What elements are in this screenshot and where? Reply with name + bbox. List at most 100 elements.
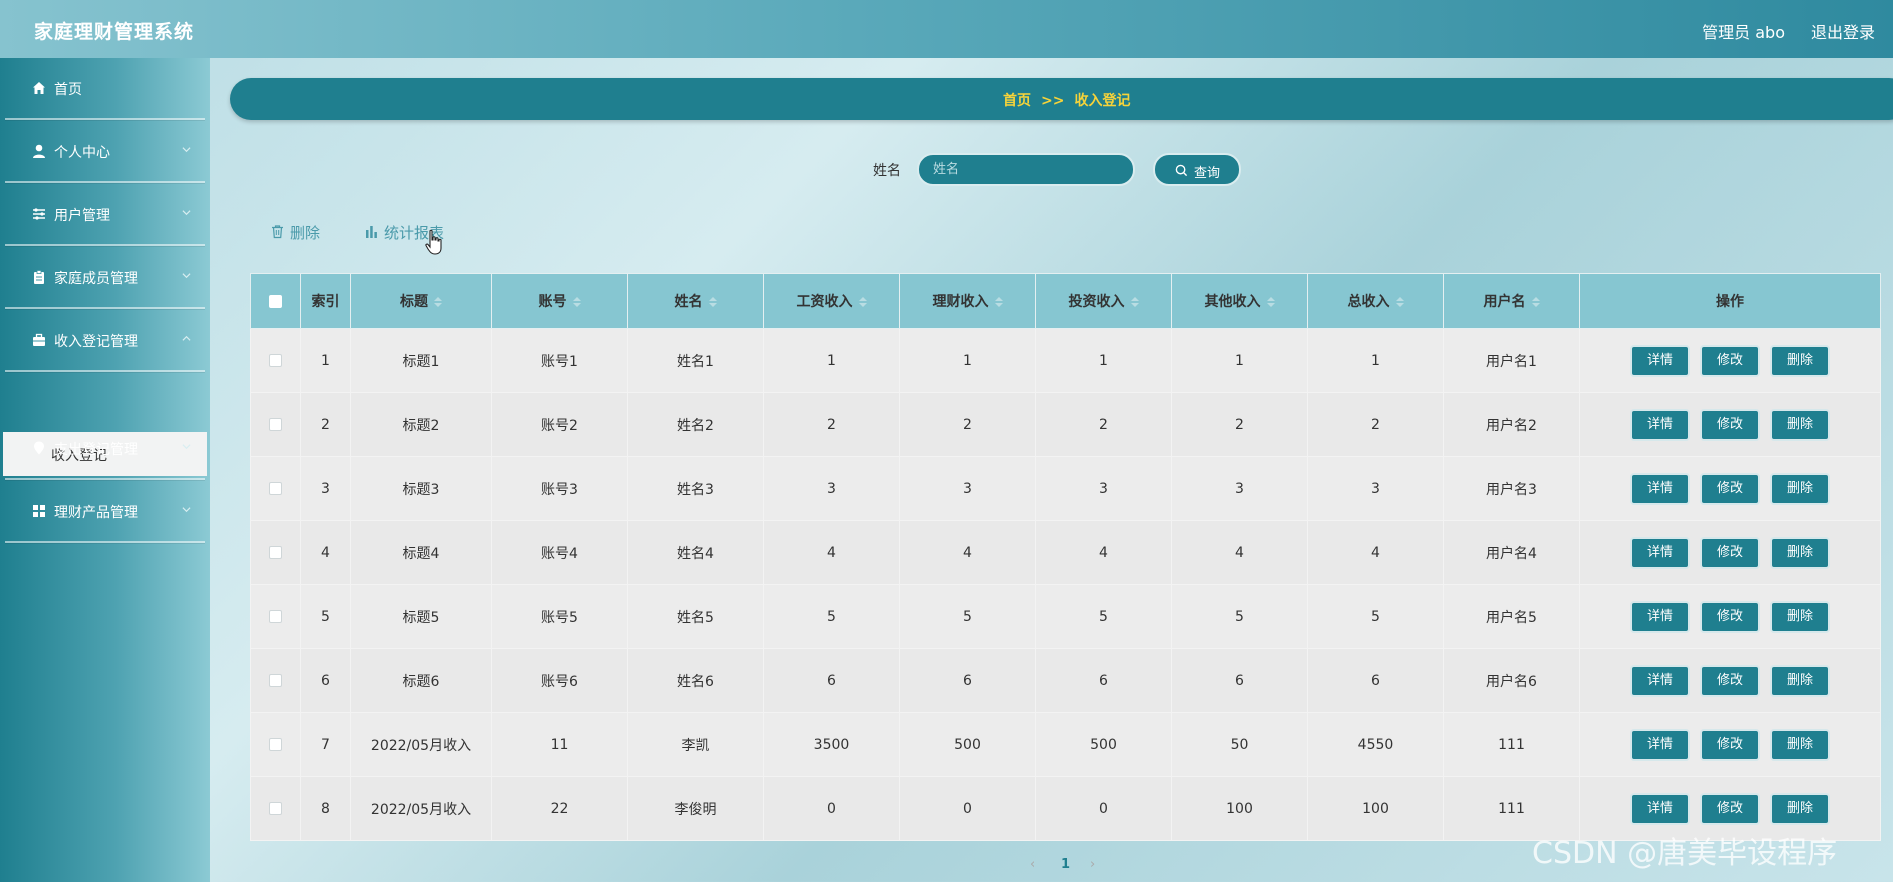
sort-icon	[434, 297, 442, 307]
edit-button[interactable]: 修改	[1700, 408, 1760, 441]
select-all-checkbox[interactable]	[269, 294, 282, 308]
cell-salary-income: 1	[763, 328, 900, 393]
cell-investment-income: 0	[1035, 776, 1172, 841]
cell-actions: 详情 修改 删除	[1579, 648, 1881, 713]
row-checkbox[interactable]	[269, 418, 282, 431]
row-checkbox[interactable]	[269, 802, 282, 815]
cell-username: 用户名1	[1443, 328, 1580, 393]
cell-other-income: 100	[1171, 776, 1308, 841]
edit-button[interactable]: 修改	[1700, 536, 1760, 569]
sidebar-item-home[interactable]: 首页	[5, 58, 205, 120]
sidebar-item-expense-management[interactable]: 支出登记管理	[5, 418, 205, 480]
edit-button[interactable]: 修改	[1700, 472, 1760, 505]
edit-button[interactable]: 修改	[1700, 728, 1760, 761]
detail-button[interactable]: 详情	[1630, 408, 1690, 441]
cell-title: 标题3	[350, 456, 492, 521]
cell-index: 6	[300, 648, 351, 713]
detail-button[interactable]: 详情	[1630, 472, 1690, 505]
edit-button[interactable]: 修改	[1700, 664, 1760, 697]
next-page-button[interactable]: ›	[1090, 857, 1095, 872]
cell-wealth-income: 0	[899, 776, 1036, 841]
cell-username: 用户名6	[1443, 648, 1580, 713]
cell-salary-income: 3	[763, 456, 900, 521]
delete-button[interactable]: 删除	[1770, 600, 1830, 633]
row-checkbox[interactable]	[269, 482, 282, 495]
column-header-username[interactable]: 用户名	[1443, 273, 1580, 329]
delete-button[interactable]: 删除	[1770, 664, 1830, 697]
chevron-down-icon	[182, 444, 191, 450]
grid-icon	[33, 505, 45, 517]
table-row: 6 标题6 账号6 姓名6 6 6 6 6 6 用户名6 详情 修改 删除	[250, 648, 1881, 713]
cell-investment-income: 5	[1035, 584, 1172, 649]
cell-other-income: 6	[1171, 648, 1308, 713]
cell-salary-income: 5	[763, 584, 900, 649]
cell-total-income: 1	[1307, 328, 1444, 393]
detail-button[interactable]: 详情	[1630, 344, 1690, 377]
prev-page-button[interactable]: ‹	[1030, 857, 1035, 872]
cell-name: 姓名5	[627, 584, 764, 649]
row-select-cell	[250, 392, 301, 457]
sidebar-item-family-member-management[interactable]: 家庭成员管理	[5, 247, 205, 309]
cell-index: 5	[300, 584, 351, 649]
column-header-total-income[interactable]: 总收入	[1307, 273, 1444, 329]
detail-button[interactable]: 详情	[1630, 664, 1690, 697]
sort-icon	[1531, 297, 1540, 307]
detail-button[interactable]: 详情	[1630, 600, 1690, 633]
detail-button[interactable]: 详情	[1630, 536, 1690, 569]
edit-button[interactable]: 修改	[1700, 792, 1760, 825]
sidebar-item-financial-product-management[interactable]: 理财产品管理	[5, 481, 205, 543]
delete-button[interactable]: 删除	[1770, 792, 1830, 825]
page-number-1[interactable]: 1	[1061, 857, 1070, 872]
column-header-account[interactable]: 账号	[491, 273, 628, 329]
watermark: CSDN @唐美毕设程序	[1532, 836, 1838, 871]
cell-username: 用户名4	[1443, 520, 1580, 585]
column-header-label: 投资收入	[1068, 294, 1125, 310]
edit-button[interactable]: 修改	[1700, 600, 1760, 633]
column-header-wealth-income[interactable]: 理财收入	[899, 273, 1036, 329]
sidebar-item-label: 用户管理	[54, 208, 110, 224]
column-header-salary-income[interactable]: 工资收入	[763, 273, 900, 329]
detail-button[interactable]: 详情	[1630, 728, 1690, 761]
delete-button[interactable]: 删除	[1770, 472, 1830, 505]
cell-investment-income: 4	[1035, 520, 1172, 585]
row-select-cell	[250, 328, 301, 393]
sidebar-item-label: 收入登记管理	[54, 334, 138, 350]
row-select-cell	[250, 520, 301, 585]
delete-button[interactable]: 删除	[1770, 728, 1830, 761]
chevron-up-icon	[182, 335, 191, 341]
cell-account: 账号2	[491, 392, 628, 457]
cell-account: 账号6	[491, 648, 628, 713]
delete-button[interactable]: 删除	[1770, 344, 1830, 377]
column-header-name[interactable]: 姓名	[627, 273, 764, 329]
pin-icon	[34, 441, 44, 455]
delete-button[interactable]: 删除	[1770, 408, 1830, 441]
column-header-other-income[interactable]: 其他收入	[1171, 273, 1308, 329]
detail-button[interactable]: 详情	[1630, 792, 1690, 825]
logout-link[interactable]: 退出登录	[1811, 19, 1875, 43]
search-button[interactable]: 查询	[1153, 153, 1241, 186]
name-search-input[interactable]	[917, 153, 1135, 186]
sidebar-item-income-management[interactable]: 收入登记管理	[5, 310, 205, 372]
search-label: 姓名	[873, 163, 901, 179]
delete-button[interactable]: 删除	[1770, 536, 1830, 569]
column-header-label: 账号	[538, 294, 567, 310]
row-checkbox[interactable]	[269, 738, 282, 751]
admin-label: 管理员 abo	[1702, 23, 1785, 42]
row-select-cell	[250, 584, 301, 649]
row-checkbox[interactable]	[269, 674, 282, 687]
sidebar-item-user-management[interactable]: 用户管理	[5, 184, 205, 246]
sidebar-item-personal-center[interactable]: 个人中心	[5, 121, 205, 183]
breadcrumb-home[interactable]: 首页	[1003, 93, 1031, 109]
row-checkbox[interactable]	[269, 610, 282, 623]
breadcrumb: 首页 >> 收入登记	[1003, 90, 1130, 110]
cell-name: 姓名6	[627, 648, 764, 713]
column-header-title[interactable]: 标题	[350, 273, 492, 329]
breadcrumb-bar: 首页 >> 收入登记	[230, 78, 1893, 120]
edit-button[interactable]: 修改	[1700, 344, 1760, 377]
column-header-investment-income[interactable]: 投资收入	[1035, 273, 1172, 329]
table-row: 4 标题4 账号4 姓名4 4 4 4 4 4 用户名4 详情 修改 删除	[250, 520, 1881, 585]
row-checkbox[interactable]	[269, 354, 282, 367]
row-checkbox[interactable]	[269, 546, 282, 559]
search-button-label: 查询	[1194, 166, 1221, 181]
table-row: 3 标题3 账号3 姓名3 3 3 3 3 3 用户名3 详情 修改 删除	[250, 456, 1881, 521]
